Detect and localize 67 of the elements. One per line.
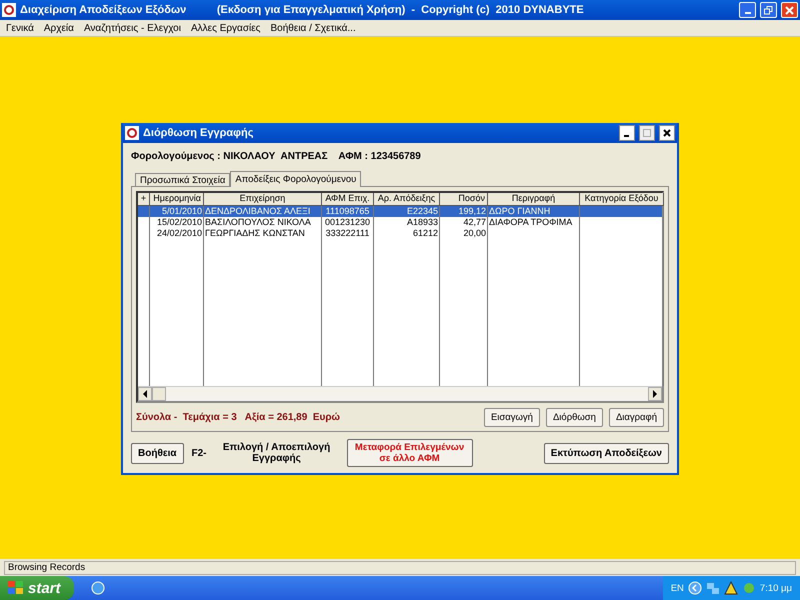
grid-action-button[interactable]: Διαγραφή bbox=[608, 408, 664, 427]
table-cell: 111098765 bbox=[322, 206, 374, 217]
warning-icon[interactable] bbox=[724, 581, 738, 595]
column-header[interactable]: Ποσόν bbox=[440, 193, 488, 206]
menu-item[interactable]: Γενικά bbox=[6, 22, 34, 34]
shortcut-key: F2- bbox=[192, 448, 207, 458]
table-cell: Α18933 bbox=[374, 217, 440, 228]
window-title: Διαχείριση Αποδείξεων Εξόδων (Εκδοση για Επαγγελματική Χρήση) - Copyright (c) 2010 DYNABYTE bbox=[20, 4, 585, 16]
table-cell: 15/02/2010 bbox=[150, 217, 204, 228]
table-cell: ΔΙΑΦΟΡΑ ΤΡΟΦΙΜΑ bbox=[488, 217, 580, 228]
minimize-button[interactable] bbox=[619, 125, 635, 141]
table-cell: ΔΕΝΔΡΟΛΙΒΑΝΟΣ ΑΛΕΞΙ bbox=[204, 206, 322, 217]
table-row[interactable]: 24/02/2010 ΓΕΩΡΓΙΑΔΗΣ ΚΩΝΣΤΑΝ 333222111 61212 20,00 bbox=[138, 228, 662, 239]
table-cell: ΓΕΩΡΓΙΑΔΗΣ ΚΩΝΣΤΑΝ bbox=[204, 228, 322, 239]
menu-item[interactable]: Αρχεία bbox=[44, 22, 74, 34]
start-button[interactable]: start bbox=[0, 576, 74, 600]
windows-flag-icon bbox=[8, 581, 24, 595]
column-header[interactable]: Κατηγορία Εξόδου bbox=[580, 193, 664, 206]
menu-item[interactable]: Βοήθεια / Σχετικά... bbox=[270, 22, 356, 34]
column-header[interactable]: Αρ. Απόδειξης bbox=[374, 193, 440, 206]
shortcut-label: Επιλογή / Αποεπιλογή Εγγραφής bbox=[222, 442, 332, 464]
column-header[interactable]: Ημερομηνία bbox=[150, 193, 204, 206]
table-cell: 5/01/2010 bbox=[150, 206, 204, 217]
table-cell: 001231230 bbox=[322, 217, 374, 228]
table-cell: ΔΩΡΟ ΓΙΑΝΝΗ bbox=[488, 206, 580, 217]
table-cell: 61212 bbox=[374, 228, 440, 239]
right-arrow-icon bbox=[652, 390, 658, 398]
dialog-title: Διόρθωση Εγγραφής bbox=[143, 127, 254, 139]
close-icon bbox=[785, 6, 794, 14]
grid-action-button[interactable]: Διόρθωση bbox=[546, 408, 603, 427]
table-cell: 199,12 bbox=[440, 206, 488, 217]
left-arrow-icon bbox=[142, 390, 148, 398]
column-header[interactable]: ΑΦΜ Επιχ. bbox=[322, 193, 374, 206]
column-header[interactable]: Επιχείρηση bbox=[204, 193, 322, 206]
table-cell: 42,77 bbox=[440, 217, 488, 228]
table-row[interactable]: 15/02/2010 ΒΑΣΙΛΟΠΟΥΛΟΣ ΝΙΚΟΛΑ 001231230 Α18933 42,77 ΔΙΑΦΟΡΑ ΤΡΟΦΙΜΑ bbox=[138, 217, 662, 228]
status-text: Browsing Records bbox=[4, 560, 796, 574]
column-header[interactable]: Περιγραφή bbox=[488, 193, 580, 206]
table-cell: 20,00 bbox=[440, 228, 488, 239]
maximize-icon bbox=[643, 129, 651, 137]
clock: 7:10 μμ bbox=[760, 582, 792, 594]
table-cell: 333222111 bbox=[322, 228, 374, 239]
menu-item[interactable]: Αναζητήσεις - Ελεγχοι bbox=[84, 22, 181, 34]
app-icon bbox=[2, 3, 16, 17]
table-cell: Ε22345 bbox=[374, 206, 440, 217]
scroll-thumb[interactable] bbox=[152, 387, 166, 401]
column-header[interactable]: + bbox=[138, 193, 150, 206]
scroll-left-button[interactable] bbox=[138, 387, 152, 401]
close-button[interactable] bbox=[659, 125, 675, 141]
chevron-icon[interactable] bbox=[688, 581, 702, 595]
table-cell: 24/02/2010 bbox=[150, 228, 204, 239]
table-row[interactable]: 5/01/2010 ΔΕΝΔΡΟΛΙΒΑΝΟΣ ΑΛΕΞΙ 111098765 Ε22345 199,12 ΔΩΡΟ ΓΙΑΝΝΗ bbox=[138, 206, 662, 217]
table-cell: ΒΑΣΙΛΟΠΟΥΛΟΣ ΝΙΚΟΛΑ bbox=[204, 217, 322, 228]
scroll-right-button[interactable] bbox=[648, 387, 662, 401]
restore-icon bbox=[764, 6, 773, 14]
grid-action-button[interactable]: Εισαγωγή bbox=[484, 408, 540, 427]
help-button[interactable]: Βοήθεια bbox=[131, 442, 184, 464]
transfer-button[interactable]: Μεταφορά Επιλεγμένων σε άλλο ΑΦΜ bbox=[346, 439, 473, 467]
restore-button[interactable] bbox=[760, 2, 777, 18]
tab[interactable]: Αποδείξεις Φορολογούμενου bbox=[230, 171, 362, 187]
tab[interactable]: Προσωπικά Στοιχεία bbox=[135, 173, 230, 187]
menu-item[interactable]: Αλλες Εργασίες bbox=[190, 22, 261, 34]
close-icon bbox=[663, 129, 671, 137]
totals-label: Σύνολα - Τεμάχια = 3 Αξία = 261,89 Ευρώ bbox=[136, 412, 341, 423]
taxpayer-label: Φορολογούμενος : ΝΙΚΟΛΑΟΥ ΑΝΤΡΕΑΣ ΑΦΜ : 123456789 bbox=[131, 151, 422, 162]
app-icon bbox=[125, 126, 139, 140]
print-button[interactable]: Εκτύπωση Αποδείξεων bbox=[544, 442, 669, 464]
